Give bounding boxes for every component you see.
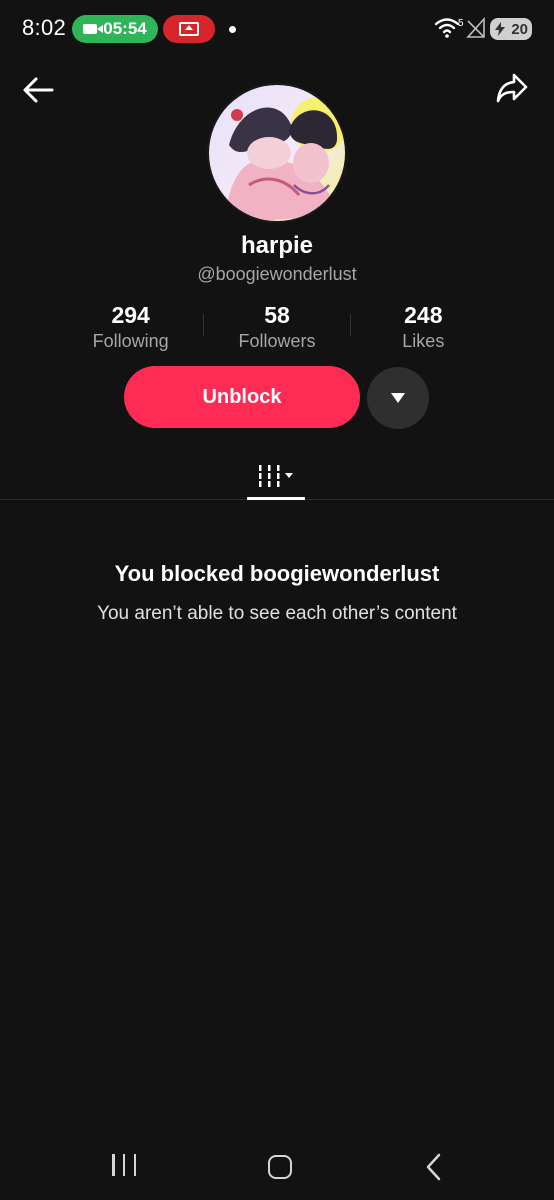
- video-camera-icon: [83, 24, 104, 34]
- profile-screen: 8:02 05:54 5 20 harpie @boogiewonderlust…: [0, 0, 554, 1200]
- stat-likes[interactable]: 248 Likes: [351, 300, 496, 354]
- arrow-left-icon: [23, 77, 54, 103]
- call-timer: 05:54: [103, 19, 147, 38]
- content-tab-bar: [0, 452, 554, 500]
- stat-following[interactable]: 294 Following: [58, 300, 203, 354]
- recent-apps-icon: [133, 1154, 136, 1176]
- recent-apps-button[interactable]: [106, 1154, 142, 1182]
- system-nav-bar: [0, 1140, 554, 1200]
- battery-level: 20: [511, 20, 528, 38]
- stat-label: Followers: [238, 331, 316, 351]
- tab-videos[interactable]: [247, 452, 305, 500]
- stat-value: 294: [111, 302, 150, 328]
- status-bar: 8:02 05:54 5 20: [0, 0, 554, 58]
- blocked-title: You blocked boogiewonderlust: [114, 561, 440, 586]
- share-button[interactable]: [492, 68, 532, 108]
- recent-apps-icon: [112, 1154, 115, 1176]
- charging-icon: [495, 22, 505, 36]
- stat-label: Following: [92, 331, 169, 351]
- network-type: 5: [458, 18, 464, 29]
- system-back-icon[interactable]: [422, 1152, 446, 1182]
- signal-off-icon: [466, 17, 485, 38]
- profile-stats: 294 Following 58 Followers 248 Likes: [58, 300, 496, 354]
- caret-down-icon: [391, 393, 405, 403]
- call-timer-pill[interactable]: 05:54: [72, 15, 158, 43]
- screen-share-icon: [179, 22, 199, 36]
- recent-apps-icon: [122, 1154, 126, 1176]
- stat-label: Likes: [402, 331, 445, 351]
- stat-followers[interactable]: 58 Followers: [204, 300, 349, 354]
- home-button[interactable]: [268, 1155, 292, 1179]
- grid-bars-icon: [259, 465, 293, 487]
- back-button[interactable]: [18, 70, 58, 110]
- status-time: 8:02: [22, 15, 67, 40]
- unblock-button[interactable]: Unblock: [124, 366, 360, 428]
- share-arrow-icon: [496, 73, 528, 103]
- avatar-image: [209, 85, 345, 221]
- avatar[interactable]: [207, 83, 347, 223]
- blocked-subtitle: You aren’t able to see each other’s cont…: [97, 603, 457, 624]
- stat-value: 58: [264, 302, 290, 328]
- wifi-icon: 5: [434, 18, 464, 38]
- username: @boogiewonderlust: [197, 264, 357, 284]
- more-options-button[interactable]: [367, 367, 429, 429]
- screen-cast-pill[interactable]: [163, 15, 215, 43]
- display-name: harpie: [240, 232, 314, 259]
- battery-indicator: 20: [490, 18, 532, 40]
- notification-dot-icon: [229, 26, 236, 33]
- stat-value: 248: [404, 302, 443, 328]
- tab-active-indicator: [247, 497, 305, 500]
